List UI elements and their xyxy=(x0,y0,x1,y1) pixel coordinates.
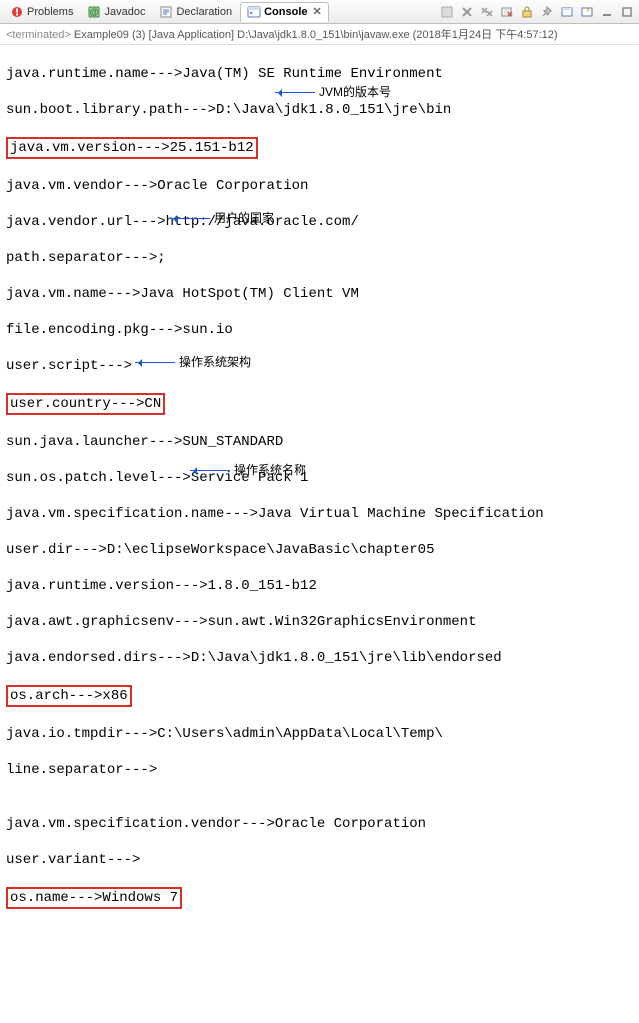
tab-label: Javadoc xyxy=(104,6,145,18)
view-tabs: Problems @ Javadoc Declaration Console ✕ xyxy=(4,2,439,22)
output-line: user.script---> xyxy=(6,357,633,375)
console-output: java.runtime.name--->Java(TM) SE Runtime… xyxy=(0,45,639,1023)
console-icon xyxy=(247,5,261,19)
tab-problems[interactable]: Problems xyxy=(4,3,79,21)
highlight-os-arch: os.arch--->x86 xyxy=(6,685,132,707)
output-line: file.encoding.pkg--->sun.io xyxy=(6,321,633,339)
output-line: java.io.tmpdir--->C:\Users\admin\AppData… xyxy=(6,725,633,743)
tab-console[interactable]: Console ✕ xyxy=(240,2,329,22)
terminated-label: <terminated> xyxy=(6,29,71,41)
output-line: os.arch--->x86 xyxy=(6,685,633,707)
output-line: java.runtime.version--->1.8.0_151-b12 xyxy=(6,577,633,595)
display-console-button[interactable] xyxy=(559,4,575,20)
output-line: java.vm.specification.name--->Java Virtu… xyxy=(6,505,633,523)
output-line: java.endorsed.dirs--->D:\Java\jdk1.8.0_1… xyxy=(6,649,633,667)
clear-console-button[interactable] xyxy=(499,4,515,20)
minimize-button[interactable] xyxy=(599,4,615,20)
output-line: java.runtime.name--->Java(TM) SE Runtime… xyxy=(6,65,633,83)
highlight-os-name: os.name--->Windows 7 xyxy=(6,887,182,909)
javadoc-icon: @ xyxy=(87,5,101,19)
output-line: sun.os.patch.level--->Service Pack 1 xyxy=(6,469,633,487)
output-line: user.variant---> xyxy=(6,851,633,869)
output-line: user.country--->CN xyxy=(6,393,633,415)
tab-label: Declaration xyxy=(176,6,232,18)
output-line: line.separator---> xyxy=(6,761,633,779)
problems-icon xyxy=(10,5,24,19)
output-line: sun.boot.library.path--->D:\Java\jdk1.8.… xyxy=(6,101,633,119)
arrow-left-icon xyxy=(135,362,175,363)
tab-label: Problems xyxy=(27,6,73,18)
open-console-button[interactable] xyxy=(579,4,595,20)
annotation-text: JVM的版本号 xyxy=(319,83,391,101)
svg-text:@: @ xyxy=(90,7,99,17)
tab-declaration[interactable]: Declaration xyxy=(153,3,238,21)
toolbar-actions xyxy=(439,4,635,20)
annotation-text: 操作系统架构 xyxy=(179,353,251,371)
annotation-text: 操作系统名称 xyxy=(234,461,306,479)
annotation-jvm-version: JVM的版本号 xyxy=(275,83,391,101)
highlight-jvm-version: java.vm.version--->25.151-b12 xyxy=(6,137,258,159)
tab-javadoc[interactable]: @ Javadoc xyxy=(81,3,151,21)
arrow-left-icon xyxy=(190,470,230,471)
scroll-lock-button[interactable] xyxy=(519,4,535,20)
terminate-button[interactable] xyxy=(439,4,455,20)
output-line: os.name--->Windows 7 xyxy=(6,887,633,909)
annotation-os-name: 操作系统名称 xyxy=(190,461,306,479)
remove-all-button[interactable] xyxy=(479,4,495,20)
output-line: java.vm.name--->Java HotSpot(TM) Client … xyxy=(6,285,633,303)
remove-launch-button[interactable] xyxy=(459,4,475,20)
output-line: path.separator--->; xyxy=(6,249,633,267)
arrow-left-icon xyxy=(170,218,210,219)
launch-description: Example09 (3) [Java Application] D:\Java… xyxy=(74,29,558,41)
output-line: java.vm.vendor--->Oracle Corporation xyxy=(6,177,633,195)
close-icon[interactable]: ✕ xyxy=(313,5,322,18)
output-line: java.vm.specification.vendor--->Oracle C… xyxy=(6,815,633,833)
output-line: sun.java.launcher--->SUN_STANDARD xyxy=(6,433,633,451)
maximize-button[interactable] xyxy=(619,4,635,20)
highlight-user-country: user.country--->CN xyxy=(6,393,165,415)
pin-console-button[interactable] xyxy=(539,4,555,20)
view-tabbar: Problems @ Javadoc Declaration Console ✕ xyxy=(0,0,639,24)
launch-header: <terminated> Example09 (3) [Java Applica… xyxy=(0,24,639,45)
output-line: user.dir--->D:\eclipseWorkspace\JavaBasi… xyxy=(6,541,633,559)
output-line: java.awt.graphicsenv--->sun.awt.Win32Gra… xyxy=(6,613,633,631)
output-line: java.vendor.url--->http://java.oracle.co… xyxy=(6,213,633,231)
tab-label: Console xyxy=(264,6,307,18)
arrow-left-icon xyxy=(275,92,315,93)
annotation-text: 用户的国家 xyxy=(214,209,274,227)
output-line: java.vm.version--->25.151-b12 xyxy=(6,137,633,159)
annotation-os-arch: 操作系统架构 xyxy=(135,353,251,371)
declaration-icon xyxy=(159,5,173,19)
annotation-user-country: 用户的国家 xyxy=(170,209,274,227)
